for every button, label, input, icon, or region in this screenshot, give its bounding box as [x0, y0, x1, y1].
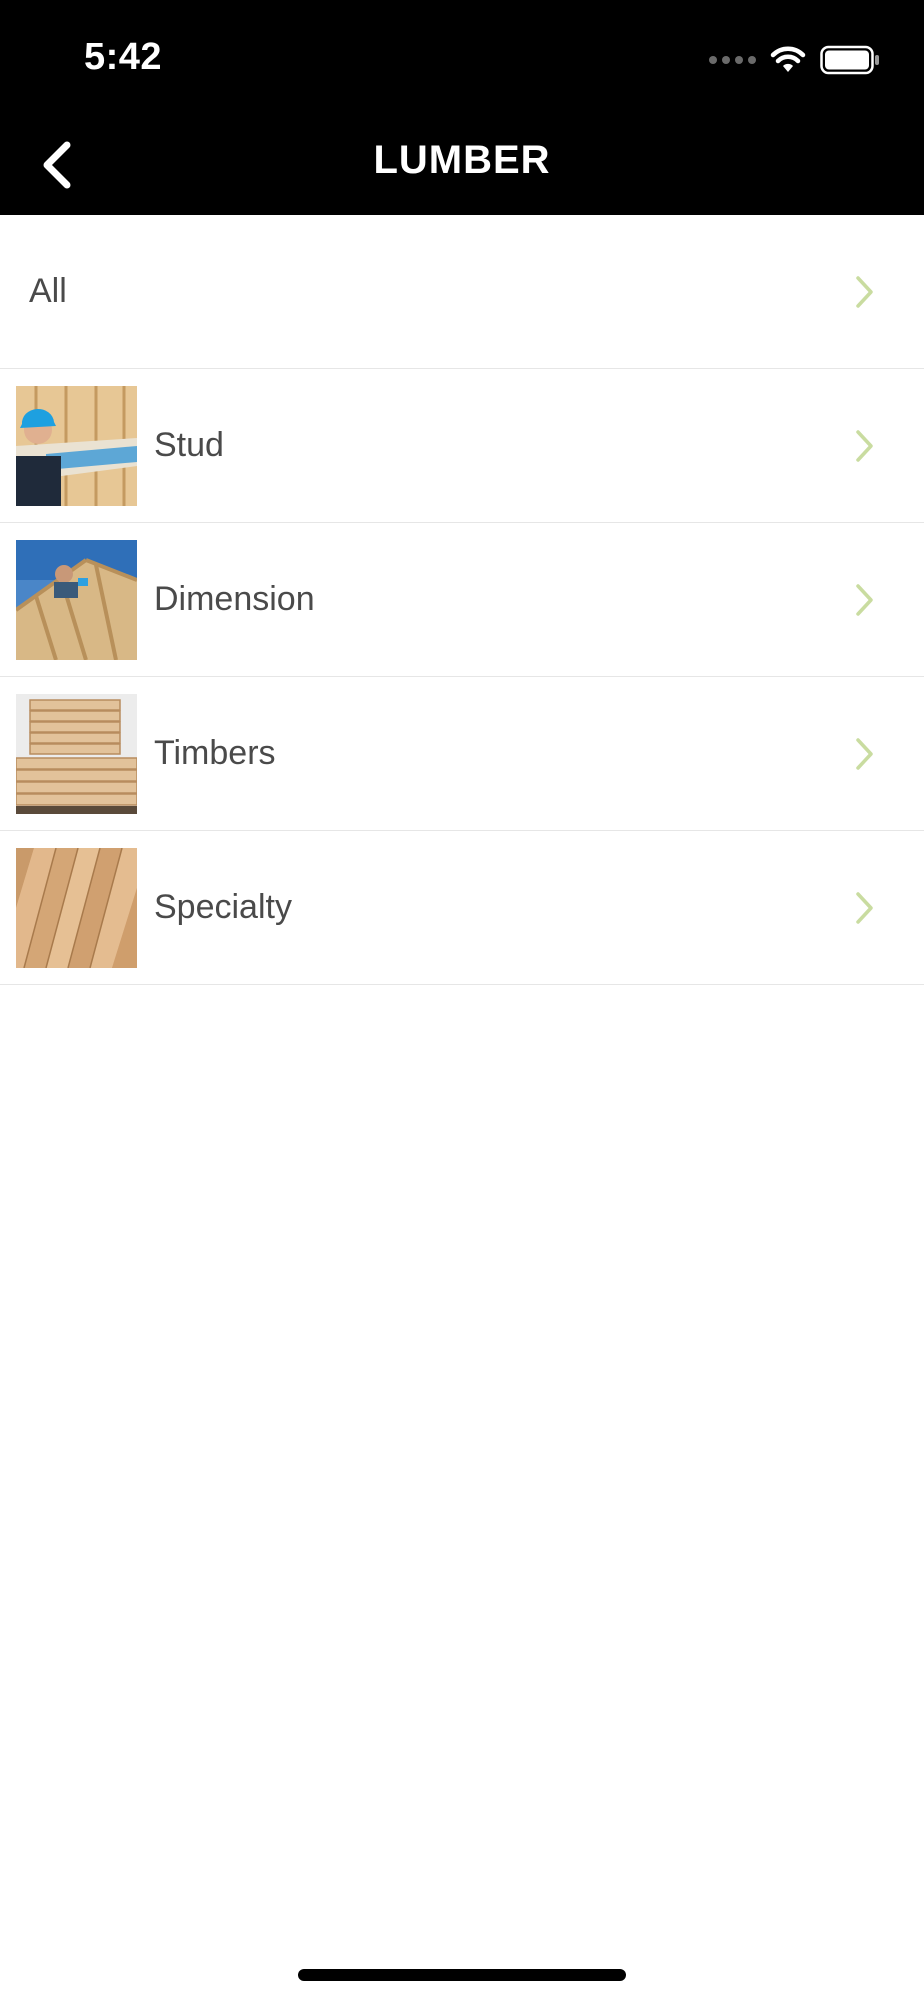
timbers-thumbnail: [16, 694, 137, 814]
list-item-all[interactable]: All: [0, 215, 924, 369]
chevron-right-icon: [850, 215, 880, 368]
chevron-right-icon: [850, 677, 880, 830]
wifi-icon: [770, 46, 806, 72]
list-item-label: Timbers: [154, 734, 276, 772]
list-item-label: Stud: [154, 426, 224, 464]
status-time: 5:42: [84, 36, 163, 78]
specialty-thumbnail: [16, 848, 137, 968]
category-list: All Stud Dimension Timbers Specialty: [0, 215, 924, 985]
stud-thumbnail: [16, 386, 137, 506]
chevron-right-icon: [850, 523, 880, 676]
home-indicator[interactable]: [298, 1969, 626, 1981]
list-item-stud[interactable]: Stud: [0, 369, 924, 523]
cellular-signal-icon: [709, 56, 756, 64]
app-screen: 5:42 LUMBER All Stud Dimension Timbers S…: [0, 0, 924, 2000]
list-item-dimension[interactable]: Dimension: [0, 523, 924, 677]
list-item-label: All: [29, 272, 67, 310]
list-item-timbers[interactable]: Timbers: [0, 677, 924, 831]
chevron-right-icon: [850, 831, 880, 984]
battery-icon: [820, 45, 879, 75]
header-bar: 5:42 LUMBER: [0, 0, 924, 215]
list-item-label: Dimension: [154, 580, 315, 618]
chevron-right-icon: [850, 369, 880, 522]
status-indicators: [709, 40, 880, 80]
list-item-label: Specialty: [154, 888, 292, 926]
page-title: LUMBER: [373, 138, 551, 182]
dimension-thumbnail: [16, 540, 137, 660]
list-item-specialty[interactable]: Specialty: [0, 831, 924, 985]
